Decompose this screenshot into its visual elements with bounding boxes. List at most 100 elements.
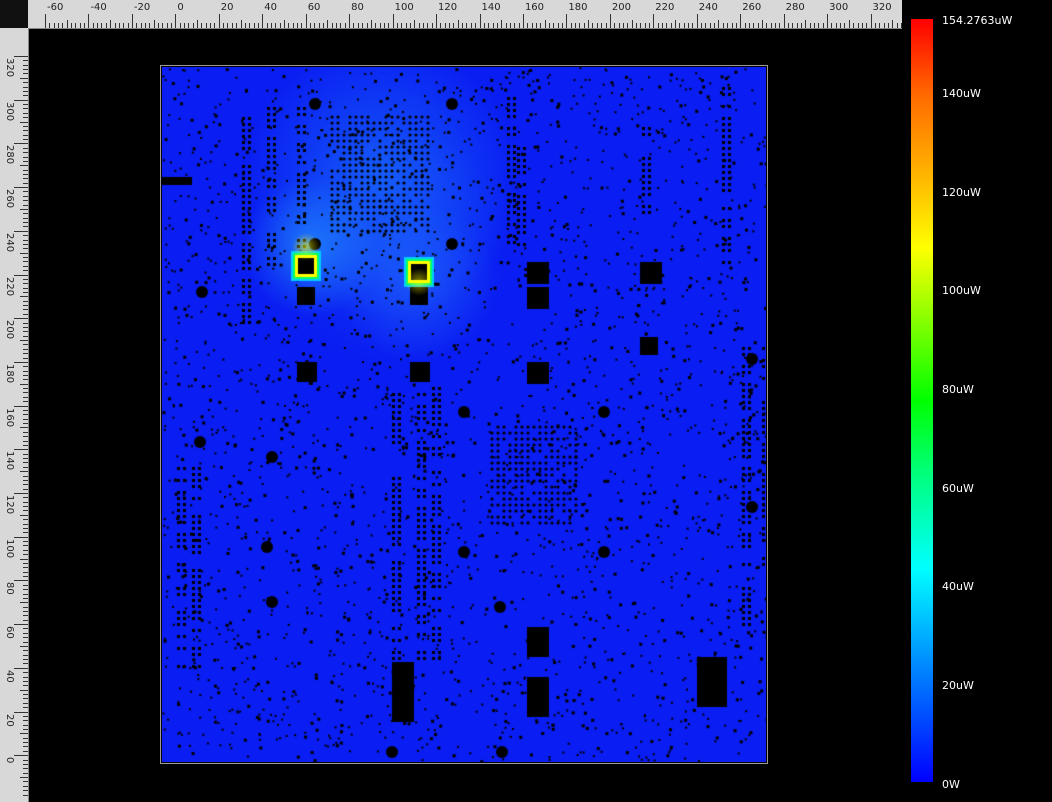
ruler-top-label: 260 (742, 2, 762, 13)
ruler-minor-tick (23, 554, 28, 556)
ruler-minor-tick (20, 165, 28, 167)
ruler-minor-tick (23, 235, 28, 237)
ruler-minor-tick (23, 453, 28, 455)
ruler-minor-tick (822, 23, 824, 28)
ruler-minor-tick (101, 23, 103, 28)
legend-min-label: 0W (942, 778, 960, 791)
ruler-minor-tick (23, 501, 28, 503)
ruler-minor-tick (327, 20, 329, 28)
ruler-left-label: 80 (4, 582, 15, 596)
ruler-minor-tick (23, 134, 28, 136)
ruler-minor-tick (23, 436, 28, 438)
ruler-minor-tick (23, 86, 28, 88)
ruler-minor-tick (231, 23, 233, 28)
ruler-minor-tick (23, 698, 28, 700)
ruler-minor-tick (23, 191, 28, 193)
ruler-minor-tick (23, 182, 28, 184)
ruler-minor-tick (666, 23, 668, 28)
ruler-minor-tick (53, 23, 55, 28)
ruler-minor-tick (23, 257, 28, 259)
ruler-minor-tick (23, 370, 28, 372)
ruler-minor-tick (23, 694, 28, 696)
ruler-minor-tick (20, 602, 28, 604)
ruler-minor-tick (318, 23, 320, 28)
ruler-minor-tick (579, 23, 581, 28)
ruler-minor-tick (162, 23, 164, 28)
horizontal-ruler[interactable]: -60 -40 -20 0 20 40 60 80 100 120 140 160 180 200 220 2… (28, 0, 902, 29)
ruler-major-tick (14, 230, 28, 232)
ruler-minor-tick (409, 23, 411, 28)
ruler-minor-tick (23, 676, 28, 678)
ruler-minor-tick (814, 23, 816, 28)
ruler-minor-tick (340, 23, 342, 28)
ruler-major-tick (14, 318, 28, 320)
ruler-major-tick (870, 14, 872, 28)
ruler-major-tick (436, 14, 438, 28)
ruler-minor-tick (748, 23, 750, 28)
ruler-minor-tick (20, 340, 28, 342)
ruler-minor-tick (853, 23, 855, 28)
ruler-major-tick (88, 14, 90, 28)
ruler-minor-tick (405, 23, 407, 28)
ruler-minor-tick (23, 785, 28, 787)
ruler-major-tick (392, 14, 394, 28)
ruler-minor-tick (714, 23, 716, 28)
legend-label-100: 100uW (942, 284, 981, 297)
ruler-minor-tick (23, 576, 28, 578)
ruler-minor-tick (431, 23, 433, 28)
legend-label-140: 140uW (942, 87, 981, 100)
ruler-minor-tick (575, 23, 577, 28)
ruler-minor-tick (644, 23, 646, 28)
ruler-left-label: 160 (4, 407, 15, 427)
ruler-minor-tick (518, 23, 520, 28)
ruler-minor-tick (23, 593, 28, 595)
ruler-minor-tick (336, 23, 338, 28)
ruler-major-tick (14, 667, 28, 669)
ruler-top-label: -40 (90, 2, 107, 13)
ruler-minor-tick (23, 300, 28, 302)
vertical-ruler[interactable]: 320 300 280 260 240 220 200 180 160 140 120 100 80 60… (0, 28, 29, 802)
pcb-board-heatmap[interactable] (160, 65, 768, 764)
ruler-minor-tick (114, 23, 116, 28)
ruler-minor-tick (283, 20, 285, 28)
ruler-minor-tick (23, 322, 28, 324)
ruler-top-label: 140 (481, 2, 501, 13)
ruler-minor-tick (440, 23, 442, 28)
ruler-left-label: 200 (4, 320, 15, 340)
ruler-minor-tick (197, 20, 199, 28)
ruler-minor-tick (787, 23, 789, 28)
ruler-minor-tick (640, 23, 642, 28)
ruler-minor-tick (205, 23, 207, 28)
legend-label-120: 120uW (942, 186, 981, 199)
ruler-minor-tick (23, 270, 28, 272)
ruler-minor-tick (23, 265, 28, 267)
ruler-minor-tick (23, 226, 28, 228)
ruler-minor-tick (705, 23, 707, 28)
ruler-minor-tick (562, 23, 564, 28)
ruler-minor-tick (275, 23, 277, 28)
ruler-minor-tick (731, 23, 733, 28)
ruler-major-tick (349, 14, 351, 28)
ruler-minor-tick (857, 23, 859, 28)
ruler-left-label: 320 (4, 58, 15, 78)
ruler-minor-tick (20, 471, 28, 473)
ruler-top-label: 300 (829, 2, 849, 13)
ruler-minor-tick (20, 77, 28, 79)
ruler-minor-tick (23, 60, 28, 62)
heatmap-canvas[interactable] (162, 67, 766, 762)
ruler-minor-tick (23, 488, 28, 490)
ruler-minor-tick (805, 20, 807, 28)
ruler-minor-tick (883, 23, 885, 28)
ruler-minor-tick (23, 108, 28, 110)
ruler-minor-tick (97, 23, 99, 28)
ruler-major-tick (14, 711, 28, 713)
ruler-minor-tick (831, 23, 833, 28)
ruler-corner (0, 0, 28, 28)
ruler-minor-tick (20, 252, 28, 254)
ruler-minor-tick (23, 659, 28, 661)
ruler-major-tick (218, 14, 220, 28)
ruler-left-label: 220 (4, 276, 15, 296)
ruler-minor-tick (23, 418, 28, 420)
ruler-minor-tick (344, 23, 346, 28)
ruler-minor-tick (23, 156, 28, 158)
